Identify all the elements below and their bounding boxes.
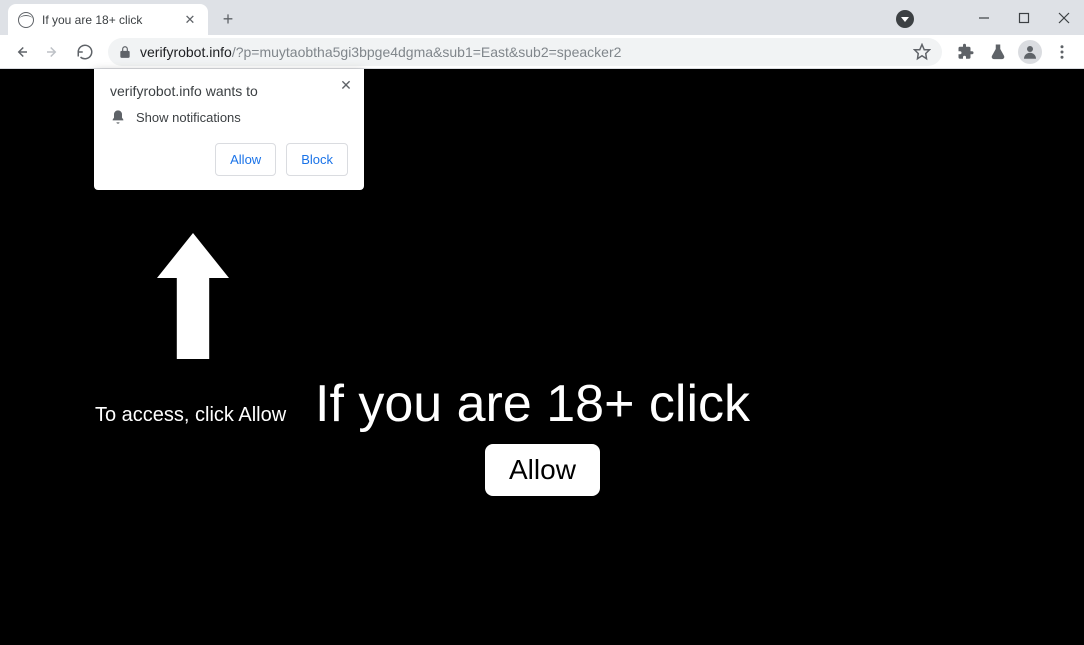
extensions-icon[interactable]: [950, 37, 982, 67]
page-allow-button[interactable]: Allow: [485, 444, 600, 496]
user-icon: [1018, 40, 1042, 64]
url-text: verifyrobot.info/?p=muytaobtha5gi3bpge4d…: [140, 44, 621, 60]
dialog-close-icon[interactable]: ✕: [336, 75, 356, 95]
lock-icon: [118, 45, 132, 59]
notification-permission-dialog: ✕ verifyrobot.info wants to Show notific…: [94, 69, 364, 190]
bell-icon: [110, 109, 126, 125]
tab-title: If you are 18+ click: [42, 13, 174, 27]
labs-icon[interactable]: [982, 37, 1014, 67]
dialog-allow-button[interactable]: Allow: [215, 143, 276, 176]
up-arrow-icon: [148, 224, 238, 368]
profile-button[interactable]: [1014, 37, 1046, 67]
account-dropdown-icon[interactable]: [896, 10, 914, 28]
close-window-button[interactable]: [1044, 0, 1084, 35]
back-button[interactable]: [6, 37, 36, 67]
forward-button[interactable]: [38, 37, 68, 67]
maximize-button[interactable]: [1004, 0, 1044, 35]
globe-icon: [18, 12, 34, 28]
browser-tab[interactable]: If you are 18+ click ✕: [8, 4, 208, 35]
access-instruction-text: To access, click Allow: [95, 404, 286, 427]
close-tab-icon[interactable]: ✕: [182, 12, 198, 28]
dialog-prompt-text: Show notifications: [136, 110, 241, 125]
address-bar[interactable]: verifyrobot.info/?p=muytaobtha5gi3bpge4d…: [108, 38, 942, 66]
dialog-block-button[interactable]: Block: [286, 143, 348, 176]
reload-button[interactable]: [70, 37, 100, 67]
browser-toolbar: verifyrobot.info/?p=muytaobtha5gi3bpge4d…: [0, 35, 1084, 69]
minimize-button[interactable]: [964, 0, 1004, 35]
dialog-title: verifyrobot.info wants to: [110, 83, 348, 99]
new-tab-button[interactable]: +: [214, 5, 242, 33]
browser-titlebar: If you are 18+ click ✕ +: [0, 0, 1084, 35]
star-icon[interactable]: [912, 37, 932, 67]
menu-button[interactable]: [1046, 37, 1078, 67]
window-controls: [964, 0, 1084, 35]
page-headline: If you are 18+ click: [315, 374, 750, 434]
